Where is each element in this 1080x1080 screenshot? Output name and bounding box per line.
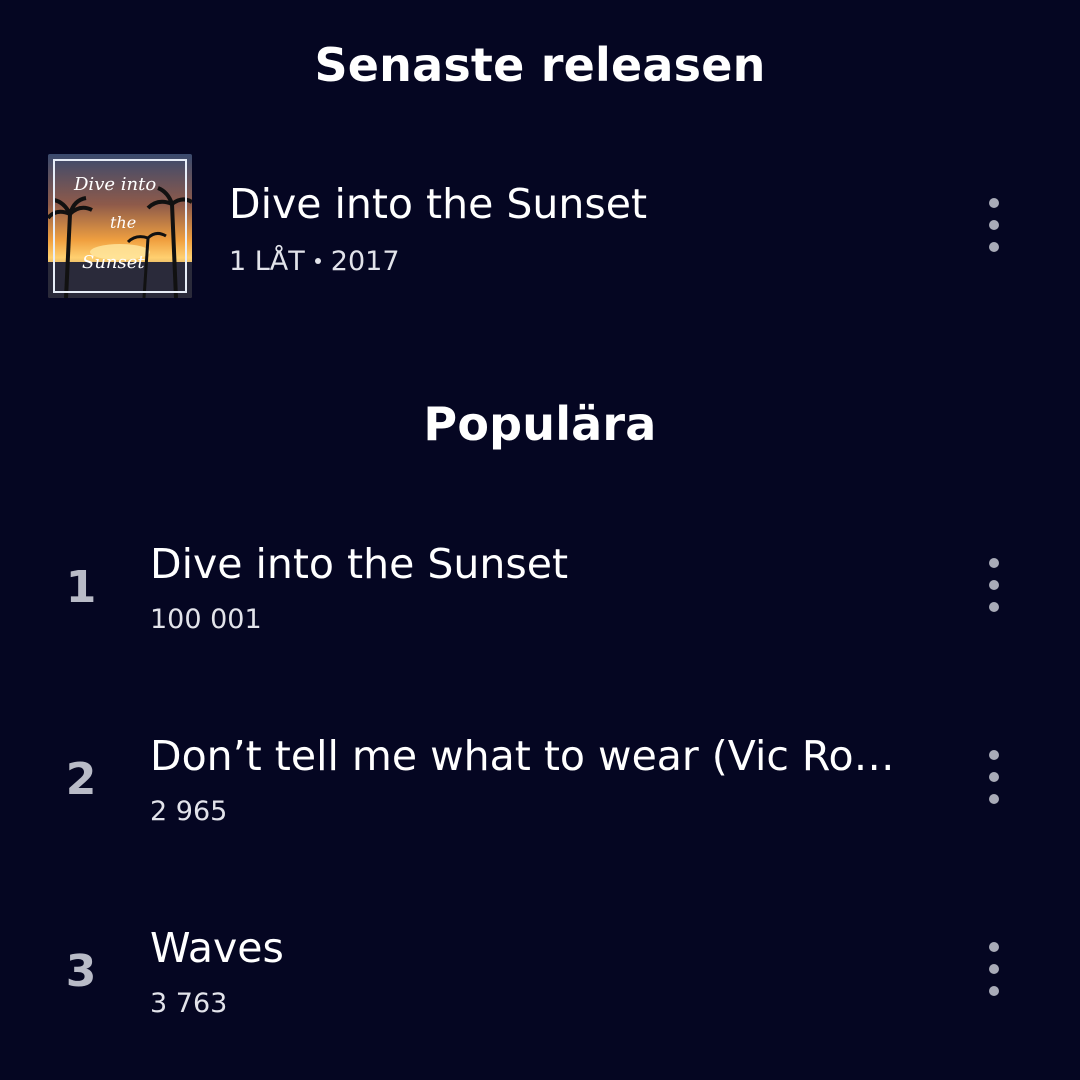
latest-release-heading: Senaste releasen	[314, 38, 766, 92]
track-number: 2	[65, 754, 97, 805]
track-row[interactable]: 2 Don’t tell me what to wear (Vic Ro… 2 …	[0, 732, 1080, 852]
track-number: 3	[65, 946, 97, 997]
track-play-count: 2 965	[150, 796, 228, 827]
track-row[interactable]: 3 Waves 3 763	[0, 924, 1080, 1044]
track-title: Waves	[150, 924, 284, 972]
release-track-count: 1 LÅT	[229, 246, 305, 277]
cover-text-line-3: Sunset	[82, 252, 145, 273]
cover-text-line-2: the	[110, 213, 136, 232]
more-vertical-icon[interactable]	[974, 550, 1014, 620]
separator-dot	[314, 257, 321, 264]
album-cover-art: Dive into the Sunset	[48, 154, 192, 298]
track-title: Dive into the Sunset	[150, 540, 569, 588]
more-vertical-icon[interactable]	[974, 742, 1014, 812]
more-vertical-icon[interactable]	[974, 190, 1014, 260]
latest-release-row[interactable]: Dive into the Sunset Dive into the Sunse…	[48, 154, 1048, 300]
popular-heading: Populära	[423, 397, 657, 451]
track-play-count: 3 763	[150, 988, 228, 1019]
release-title[interactable]: Dive into the Sunset	[229, 180, 647, 228]
release-year: 2017	[330, 246, 400, 277]
cover-text-line-1: Dive into	[73, 174, 156, 195]
track-title: Don’t tell me what to wear (Vic Ro…	[150, 732, 895, 780]
more-vertical-icon[interactable]	[974, 934, 1014, 1004]
artist-page: Senaste releasen Dive into the Sunset Di…	[0, 0, 1080, 1080]
track-play-count: 100 001	[150, 604, 262, 635]
release-meta: 1 LÅT 2017	[229, 246, 400, 277]
track-number: 1	[65, 562, 97, 613]
album-cover[interactable]: Dive into the Sunset	[48, 154, 192, 298]
track-row[interactable]: 1 Dive into the Sunset 100 001	[0, 540, 1080, 660]
